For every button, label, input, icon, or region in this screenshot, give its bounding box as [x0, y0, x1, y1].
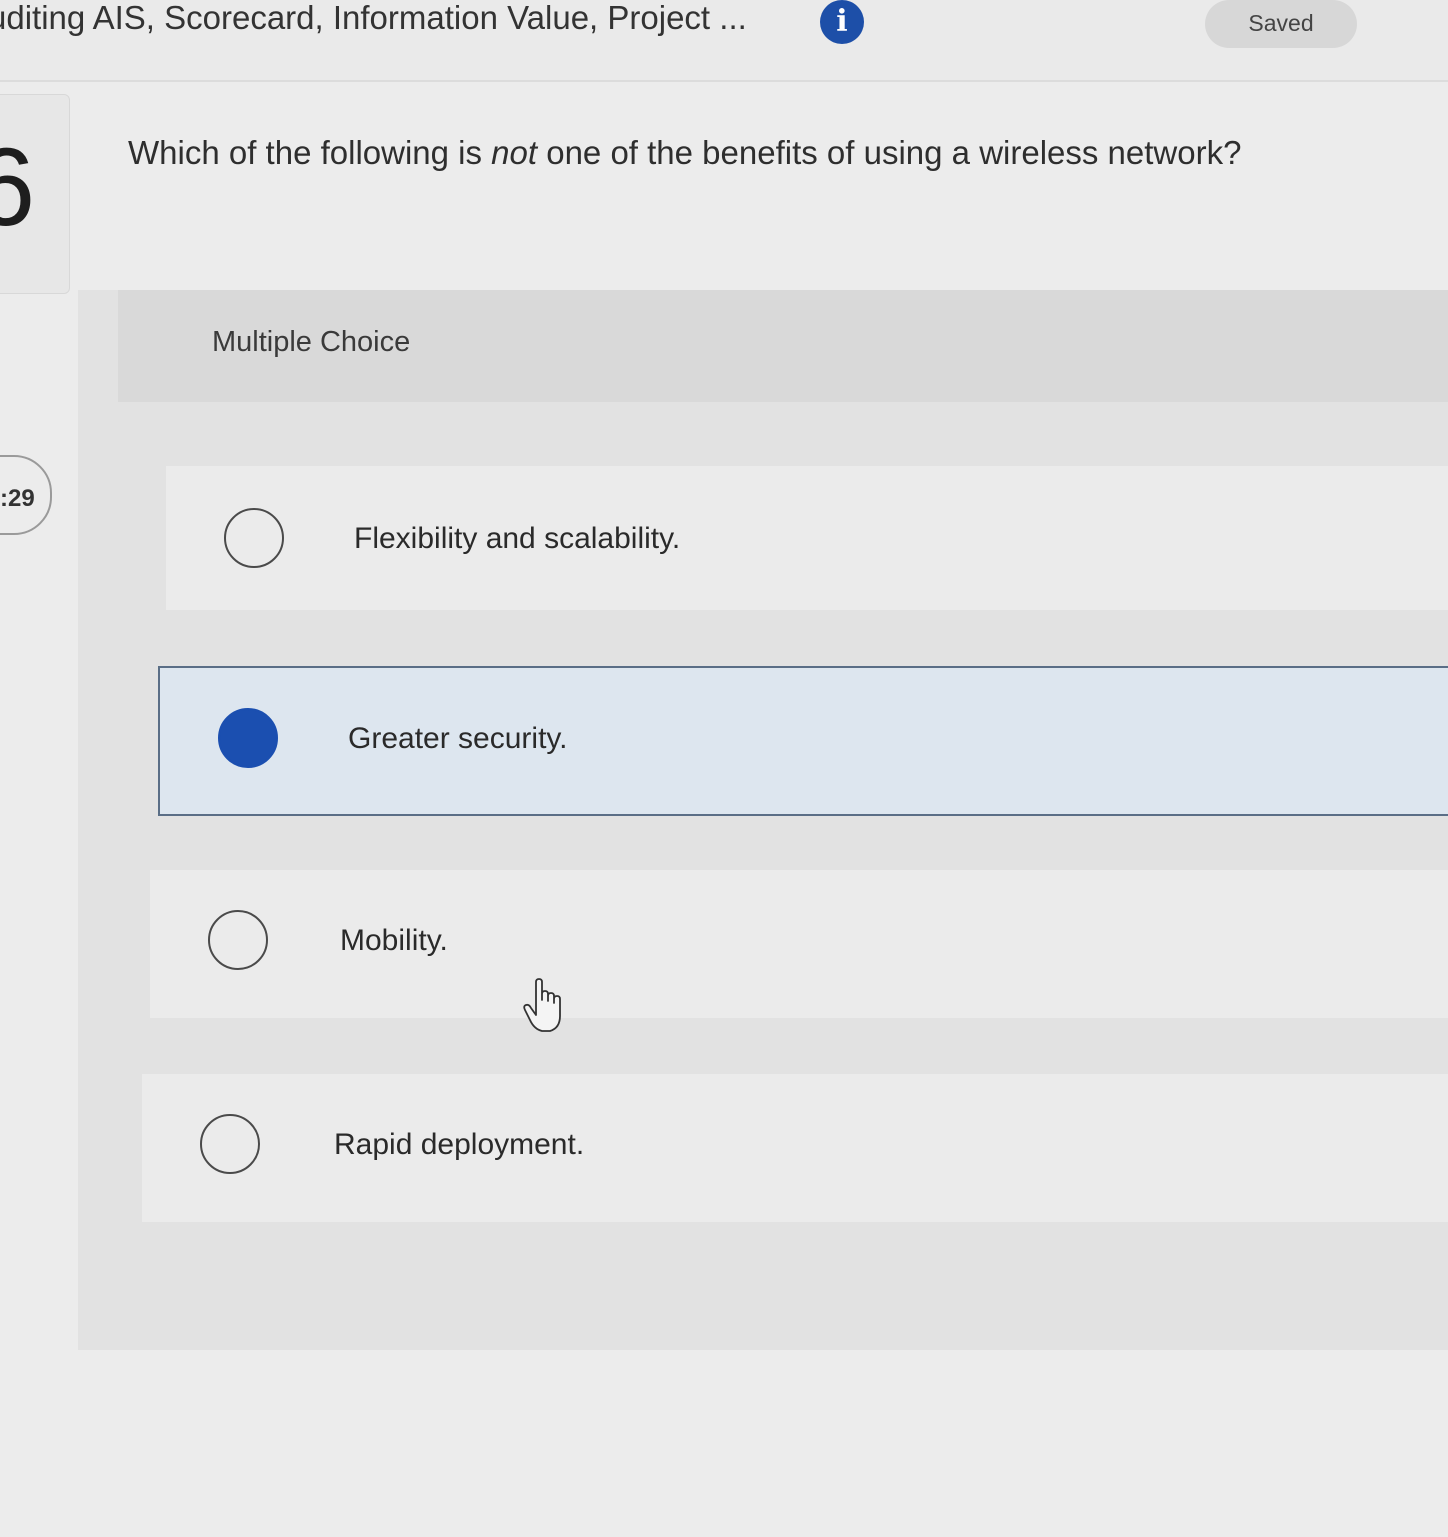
answer-option-label: Mobility.	[340, 924, 448, 957]
question-suffix: one of the benefits of using a wireless …	[537, 134, 1242, 171]
question-emphasis: not	[491, 134, 538, 171]
answer-option-4[interactable]: Rapid deployment.	[142, 1074, 1448, 1222]
hand-pointer-icon	[523, 978, 561, 1032]
answer-option-1[interactable]: Flexibility and scalability.	[166, 466, 1448, 610]
radio-button[interactable]	[208, 910, 268, 970]
question-prompt: Which of the following is not one of the…	[128, 134, 1241, 172]
radio-button-selected[interactable]	[218, 708, 278, 768]
assignment-title: uditing AIS, Scorecard, Information Valu…	[0, 0, 747, 36]
info-icon[interactable]: i	[820, 0, 864, 44]
answer-option-label: Greater security.	[348, 722, 568, 755]
answer-option-label: Rapid deployment.	[334, 1128, 585, 1161]
saved-status-badge: Saved	[1205, 0, 1357, 48]
answer-option-3[interactable]: Mobility.	[150, 870, 1448, 1018]
top-bar: uditing AIS, Scorecard, Information Valu…	[0, 0, 1448, 82]
timer-text: :29	[0, 485, 35, 512]
question-type-label: Multiple Choice	[212, 326, 411, 358]
radio-button[interactable]	[200, 1114, 260, 1174]
question-prefix: Which of the following is	[128, 134, 492, 171]
radio-button[interactable]	[224, 508, 284, 568]
answer-option-label: Flexibility and scalability.	[354, 522, 681, 555]
answer-option-2[interactable]: Greater security.	[158, 666, 1448, 816]
question-number: 6	[0, 126, 36, 249]
